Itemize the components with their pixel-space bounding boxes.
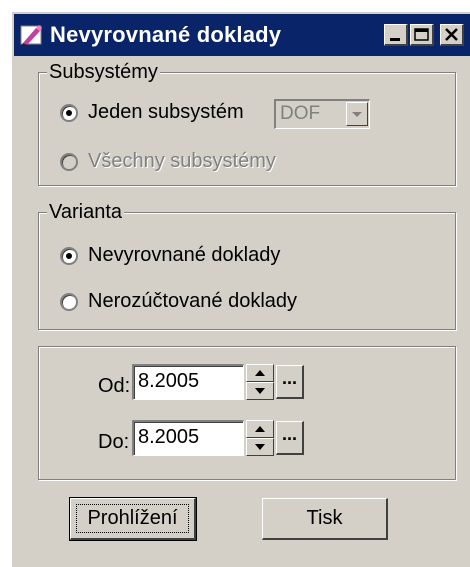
od-label: Od:	[98, 375, 131, 397]
od-spin-down[interactable]	[246, 382, 274, 400]
view-button[interactable]: Prohlížení	[69, 497, 197, 541]
minimize-button[interactable]	[384, 24, 408, 46]
print-button-label: Tisk	[306, 507, 343, 529]
radio-button-checked[interactable]	[60, 247, 78, 265]
title-bar[interactable]: Nevyrovnané doklady	[14, 14, 470, 56]
radio-button-checked[interactable]	[60, 104, 78, 122]
maximize-icon	[414, 28, 429, 41]
od-spin-up[interactable]	[246, 364, 274, 382]
varianta-legend: Varianta	[47, 201, 125, 224]
close-icon	[445, 28, 458, 41]
do-spin-up[interactable]	[246, 420, 274, 438]
subsystem-combo[interactable]: DOF	[274, 99, 370, 129]
combo-dropdown-button[interactable]	[346, 102, 368, 126]
radio-label-jeden-subsystem: Jeden subsystém	[88, 101, 244, 123]
view-button-label: Prohlížení	[87, 507, 178, 529]
do-spinner[interactable]	[246, 420, 274, 456]
chevron-down-icon	[352, 112, 362, 117]
maximize-button[interactable]	[410, 24, 434, 46]
arrow-down-icon	[255, 444, 265, 450]
arrow-down-icon	[255, 388, 265, 394]
radio-button-disabled[interactable]	[60, 153, 78, 171]
subsystem-combo-value: DOF	[280, 103, 321, 124]
radio-label-nerozuctovane: Nerozúčtované doklady	[88, 290, 298, 312]
window-title: Nevyrovnané doklady	[50, 22, 282, 47]
do-input[interactable]: 8.2005	[132, 420, 244, 456]
print-button[interactable]: Tisk	[262, 498, 388, 540]
arrow-up-icon	[255, 426, 265, 432]
minimize-icon	[390, 38, 400, 41]
radio-label-vsechny-subsystemy: Všechny subsystémy	[88, 150, 276, 172]
dialog-window: Nevyrovnané doklady Subsystémy Jeden sub…	[10, 10, 470, 567]
subsystemy-legend: Subsystémy	[47, 61, 160, 84]
pencil-ruler-icon	[20, 25, 42, 46]
od-input[interactable]: 8.2005	[132, 364, 244, 400]
do-label: Do:	[98, 431, 130, 453]
od-spinner[interactable]	[246, 364, 274, 400]
radio-label-nevyrovnane: Nevyrovnané doklady	[88, 244, 281, 266]
od-picker-button[interactable]: ...	[276, 365, 304, 399]
do-picker-button[interactable]: ...	[276, 421, 304, 455]
close-button[interactable]	[440, 24, 464, 46]
radio-button-unchecked[interactable]	[60, 293, 78, 311]
do-spin-down[interactable]	[246, 438, 274, 456]
arrow-up-icon	[255, 370, 265, 376]
